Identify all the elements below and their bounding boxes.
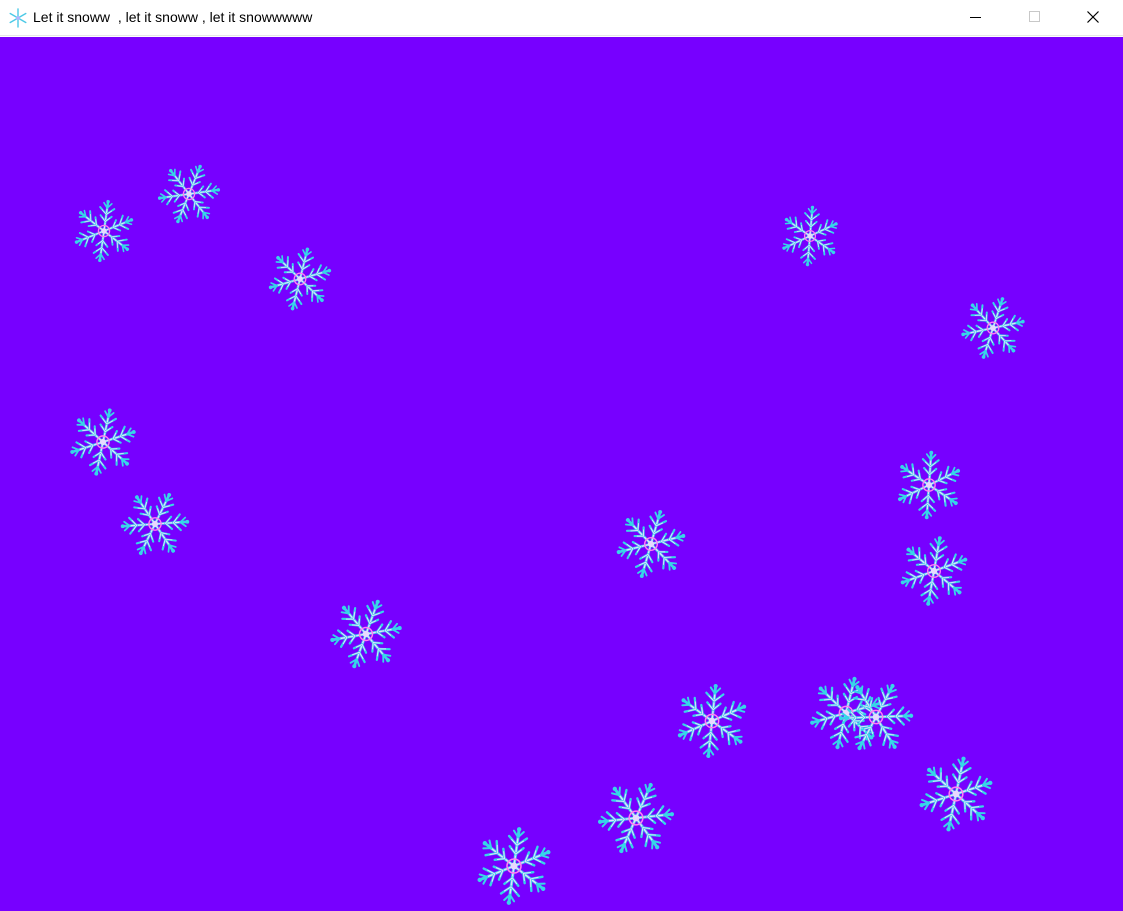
- snowflake-icon: [782, 205, 838, 267]
- minimize-button[interactable]: [946, 0, 1004, 35]
- title-bar[interactable]: Let it snoww , let it snoww , let it sno…: [0, 0, 1123, 36]
- snowflake-icon: [70, 408, 136, 476]
- window-title: Let it snoww , let it snoww , let it sno…: [33, 9, 313, 25]
- snowflake-icon: [616, 510, 686, 578]
- snowflake-icon: [838, 683, 914, 751]
- game-window: Let it snoww , let it snoww , let it sno…: [0, 0, 1123, 911]
- snowflake-icon: [157, 164, 221, 224]
- snowflake-icon: [900, 536, 968, 606]
- snowflake-icon: [268, 247, 332, 311]
- minimize-icon: [970, 17, 981, 18]
- snowflake-icon: [120, 492, 190, 556]
- snowflake-icon: [677, 683, 747, 759]
- snowflake-icon: [477, 827, 551, 905]
- maximize-icon: [1029, 11, 1040, 22]
- snowflake-icon: [919, 756, 993, 832]
- snowflake-icon: [597, 782, 675, 854]
- snowflake-icon: [897, 450, 961, 520]
- close-icon: [1087, 11, 1099, 23]
- snowflake-icon: [330, 599, 402, 669]
- maximize-button[interactable]: [1005, 0, 1063, 35]
- snow-canvas[interactable]: [0, 37, 1123, 911]
- snowflake-icon: [961, 297, 1025, 359]
- snowflake-icon: [74, 199, 134, 263]
- close-button[interactable]: [1064, 0, 1122, 35]
- snowflake-icon: [9, 8, 27, 28]
